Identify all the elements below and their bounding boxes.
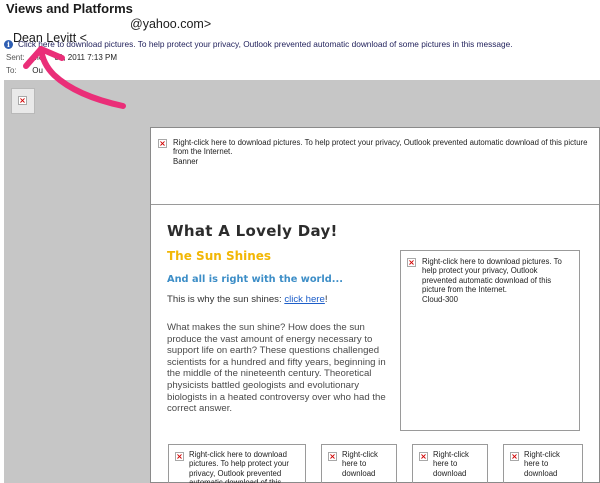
cloud-image-placeholder[interactable]: × Right-click here to download pictures.… xyxy=(400,250,580,431)
broken-image-icon: × xyxy=(175,451,184,461)
broken-image-icon: × xyxy=(18,95,27,105)
broken-image-icon: × xyxy=(510,451,519,461)
placeholder-alt-text: Banner xyxy=(173,156,199,166)
placeholder-alt-text: Cloud-300 xyxy=(422,294,458,304)
sent-value: Mo 31, 2011 7:13 PM xyxy=(32,53,118,62)
info-icon: i xyxy=(4,39,13,49)
why-prefix: This is why the sun shines: xyxy=(167,294,285,305)
bottom-image-placeholder-3[interactable]: × Right-click here to download xyxy=(412,444,488,483)
click-here-link[interactable]: click here xyxy=(284,294,325,305)
why-line: This is why the sun shines: click here! xyxy=(167,294,328,305)
body-paragraph: What makes the sun shine? How does the s… xyxy=(167,322,386,415)
banner-placeholder-text: Right-click here to download pictures. T… xyxy=(173,138,593,166)
bottom-image-placeholder-1[interactable]: × Right-click here to download pictures.… xyxy=(168,444,306,483)
download-pictures-infobar[interactable]: i Click here to download pictures. To he… xyxy=(4,37,596,51)
broken-image-icon: × xyxy=(419,451,428,461)
placeholder-message: Right-click here to download xyxy=(342,450,378,478)
why-suffix: ! xyxy=(324,294,328,305)
section-subtitle: And all is right with the world... xyxy=(167,274,343,285)
to-label: To: xyxy=(6,66,17,75)
broken-image-icon: × xyxy=(407,257,416,267)
placeholder-message: Right-click here to download pictures. T… xyxy=(173,138,588,157)
broken-image-icon: × xyxy=(328,451,337,461)
to-value: Ou xyxy=(32,66,43,75)
newsletter-headline: What A Lovely Day! xyxy=(167,222,338,240)
to-row: To: Ou xyxy=(6,66,43,75)
placeholder-message: Right-click here to download pictures. T… xyxy=(189,450,289,483)
section-title: The Sun Shines xyxy=(167,249,272,263)
sender-address: @yahoo.com> xyxy=(130,17,212,31)
newsletter-card: × Right-click here to download pictures.… xyxy=(150,127,600,483)
email-subject: Views and Platforms xyxy=(6,1,133,16)
sent-row: Sent: Mo 31, 2011 7:13 PM xyxy=(6,53,117,62)
placeholder-message: Right-click here to download xyxy=(433,450,469,478)
bottom-image-placeholder-4[interactable]: × Right-click here to download xyxy=(503,444,583,483)
placeholder-message: Right-click here to download pictures. T… xyxy=(422,257,562,295)
infobar-text: Click here to download pictures. To help… xyxy=(18,39,513,49)
bottom-image-placeholder-2[interactable]: × Right-click here to download xyxy=(321,444,397,483)
banner-image-placeholder[interactable]: × Right-click here to download pictures.… xyxy=(151,128,599,205)
broken-image-placeholder[interactable]: × xyxy=(11,88,35,114)
placeholder-message: Right-click here to download xyxy=(524,450,560,478)
sent-label: Sent: xyxy=(6,53,25,62)
broken-image-icon: × xyxy=(158,138,167,148)
cloud-placeholder-text: Right-click here to download pictures. T… xyxy=(422,257,572,304)
